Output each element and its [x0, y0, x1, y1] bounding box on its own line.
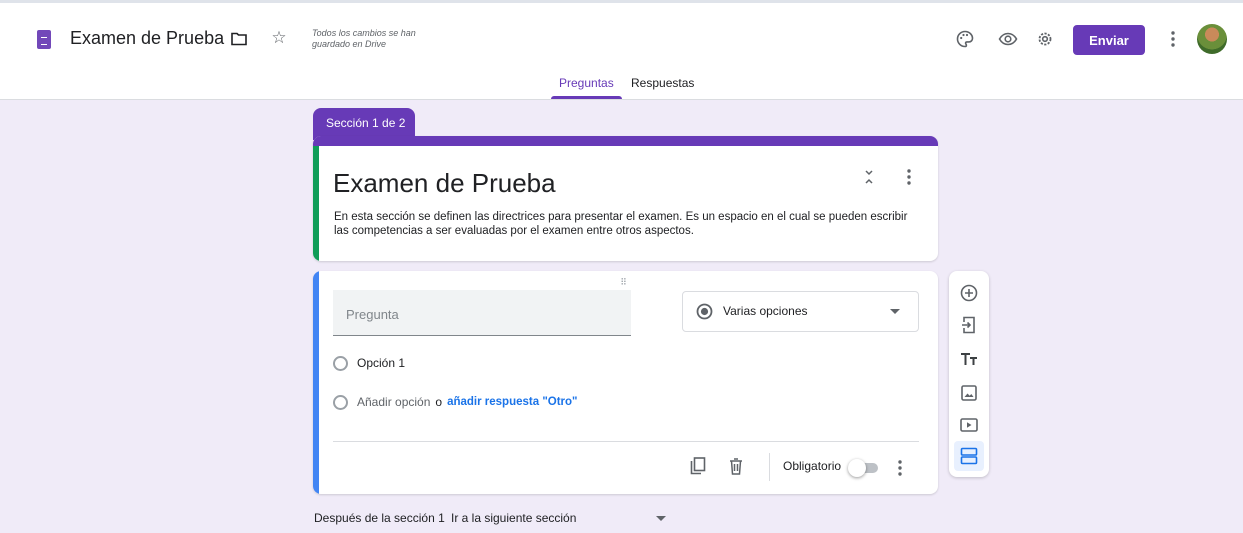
or-label: o [435, 395, 443, 409]
radio-button-icon [696, 303, 713, 320]
add-option-row: Añadir opción o añadir respuesta "Otro" [333, 392, 578, 412]
add-image-icon[interactable] [957, 381, 981, 405]
add-option-button[interactable]: Añadir opción [357, 395, 430, 409]
collapse-icon[interactable] [861, 166, 877, 188]
dropdown-arrow-icon [889, 307, 901, 317]
star-icon[interactable]: ☆ [268, 27, 290, 49]
section-description[interactable]: En esta sección se definen las directric… [334, 210, 924, 238]
card-focus-bar [313, 146, 319, 261]
after-section-label: Después de la sección 1 [314, 511, 445, 525]
eye-icon[interactable] [996, 28, 1020, 50]
required-toggle[interactable] [848, 458, 880, 477]
floating-toolbar [949, 271, 989, 477]
dropdown-arrow-icon[interactable] [655, 514, 667, 524]
section-title-card[interactable]: Examen de Prueba En esta sección se defi… [313, 136, 938, 261]
card-focus-bar [313, 271, 319, 494]
question-type-label: Varias opciones [723, 304, 808, 318]
section-title[interactable]: Examen de Prueba [333, 168, 556, 199]
question-input[interactable]: Pregunta [333, 290, 631, 336]
section-more-icon[interactable] [902, 166, 916, 188]
save-status: Todos los cambios se han guardado en Dri… [312, 28, 416, 49]
import-questions-icon[interactable] [957, 313, 981, 337]
radio-circle-icon [333, 355, 348, 371]
after-section-select[interactable]: Ir a la siguiente sección [451, 511, 576, 525]
toggle-knob [848, 459, 866, 477]
add-other-link[interactable]: añadir respuesta "Otro" [447, 396, 577, 408]
send-button[interactable]: Enviar [1073, 25, 1145, 55]
delete-icon[interactable] [725, 455, 747, 477]
top-border [0, 0, 1243, 3]
tab-bar: Preguntas Respuestas [0, 76, 1243, 100]
footer-divider [333, 441, 919, 442]
add-video-icon[interactable] [957, 413, 981, 437]
add-question-icon[interactable] [957, 281, 981, 305]
card-accent-bar [313, 136, 938, 146]
duplicate-icon[interactable] [687, 455, 709, 477]
add-section-icon[interactable] [954, 441, 984, 471]
app-header: Examen de Prueba ☆ Todos los cambios se … [0, 0, 1243, 100]
add-title-icon[interactable] [957, 347, 981, 371]
question-more-icon[interactable] [893, 457, 907, 479]
option-label[interactable]: Opción 1 [357, 356, 405, 370]
question-card[interactable]: ⠿ Pregunta Varias opciones Opción 1 Añad… [313, 271, 938, 494]
folder-icon[interactable] [230, 30, 248, 48]
more-vert-icon[interactable] [1166, 28, 1180, 50]
tab-questions[interactable]: Preguntas [551, 76, 622, 100]
question-type-select[interactable]: Varias opciones [682, 291, 919, 332]
required-label: Obligatorio [783, 459, 842, 473]
form-title-input[interactable]: Examen de Prueba [70, 28, 224, 49]
radio-circle-icon [333, 394, 348, 410]
drag-handle-icon[interactable]: ⠿ [616, 277, 632, 287]
avatar[interactable] [1197, 24, 1227, 54]
tab-responses[interactable]: Respuestas [631, 76, 694, 100]
footer-vertical-divider [769, 453, 770, 481]
gear-icon[interactable] [1034, 28, 1056, 50]
forms-logo-icon[interactable] [37, 30, 51, 49]
option-row[interactable]: Opción 1 [333, 353, 405, 373]
palette-icon[interactable] [954, 28, 976, 50]
